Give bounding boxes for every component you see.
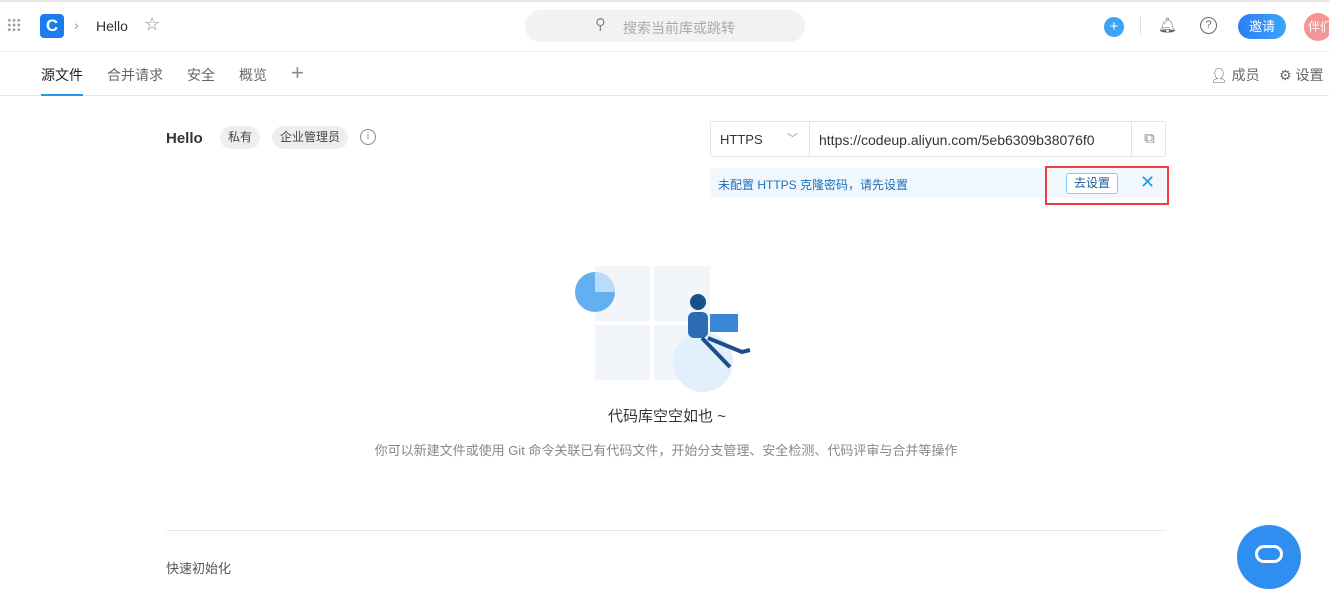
- empty-title: 代码库空空如也 ~: [608, 408, 726, 425]
- divider: [1140, 17, 1141, 35]
- protocol-value: HTTPS: [720, 132, 763, 147]
- go-settings-button[interactable]: 去设置: [1066, 173, 1118, 194]
- tab-merge-requests[interactable]: 合并请求: [107, 65, 163, 85]
- copy-button[interactable]: ⧉: [1131, 122, 1165, 156]
- chevron-right-icon: ›: [74, 17, 79, 33]
- empty-description: 你可以新建文件或使用 Git 命令关联已有代码文件，开始分支管理、安全检测、代码…: [374, 443, 958, 458]
- settings-label: 设置: [1295, 67, 1324, 83]
- quick-init-heading: 快速初始化: [166, 561, 232, 576]
- tab-overview[interactable]: 概览: [239, 65, 267, 85]
- invite-button[interactable]: 邀请: [1238, 14, 1286, 39]
- bell-icon[interactable]: 🔔︎: [1158, 16, 1177, 34]
- user-icon: 👤︎: [1210, 67, 1228, 83]
- logo-icon[interactable]: C: [40, 14, 64, 38]
- chat-support-button[interactable]: [1237, 525, 1301, 589]
- star-icon[interactable]: ☆: [144, 14, 160, 35]
- divider: [166, 530, 1166, 531]
- gear-icon: ⚙: [1279, 67, 1292, 83]
- members-button[interactable]: 👤︎ 成员: [1210, 65, 1260, 85]
- repo-breadcrumb[interactable]: Hello: [96, 18, 128, 34]
- notice-text: 未配置 HTTPS 克隆密码，请先设置: [718, 178, 909, 192]
- tab-bar: 源文件 合并请求 安全 概览 + 👤︎ 成员 ⚙ 设置: [0, 52, 1329, 96]
- empty-illustration: [575, 266, 751, 392]
- protocol-select[interactable]: HTTPS ﹀: [711, 122, 810, 156]
- admin-tag: 企业管理员: [272, 126, 349, 149]
- apps-grid-icon[interactable]: [7, 18, 21, 32]
- tab-source[interactable]: 源文件: [41, 65, 83, 96]
- create-button[interactable]: +: [1104, 17, 1124, 37]
- search-input[interactable]: ⚲ 搜索当前库或跳转: [525, 10, 805, 42]
- tab-security[interactable]: 安全: [187, 65, 215, 85]
- close-icon[interactable]: ✕: [1140, 172, 1155, 193]
- help-icon[interactable]: ?: [1200, 17, 1217, 34]
- search-icon: ⚲: [595, 16, 606, 33]
- top-bar: C › Hello ☆ ⚲ 搜索当前库或跳转 + 🔔︎ ? 邀请 伴们: [0, 0, 1329, 52]
- avatar[interactable]: 伴们: [1304, 13, 1329, 41]
- chat-icon: [1255, 545, 1283, 563]
- info-icon[interactable]: i: [360, 129, 376, 145]
- clone-box: HTTPS ﹀ https://codeup.aliyun.com/5eb630…: [710, 121, 1166, 157]
- private-tag: 私有: [220, 126, 261, 149]
- chevron-down-icon: ﹀: [787, 133, 798, 145]
- settings-button[interactable]: ⚙ 设置: [1279, 65, 1323, 85]
- search-placeholder: 搜索当前库或跳转: [623, 20, 735, 36]
- add-tab-icon[interactable]: +: [291, 60, 304, 86]
- members-label: 成员: [1231, 67, 1260, 83]
- clone-url-input[interactable]: https://codeup.aliyun.com/5eb6309b38076f…: [819, 132, 1131, 148]
- repo-title: Hello: [166, 130, 203, 147]
